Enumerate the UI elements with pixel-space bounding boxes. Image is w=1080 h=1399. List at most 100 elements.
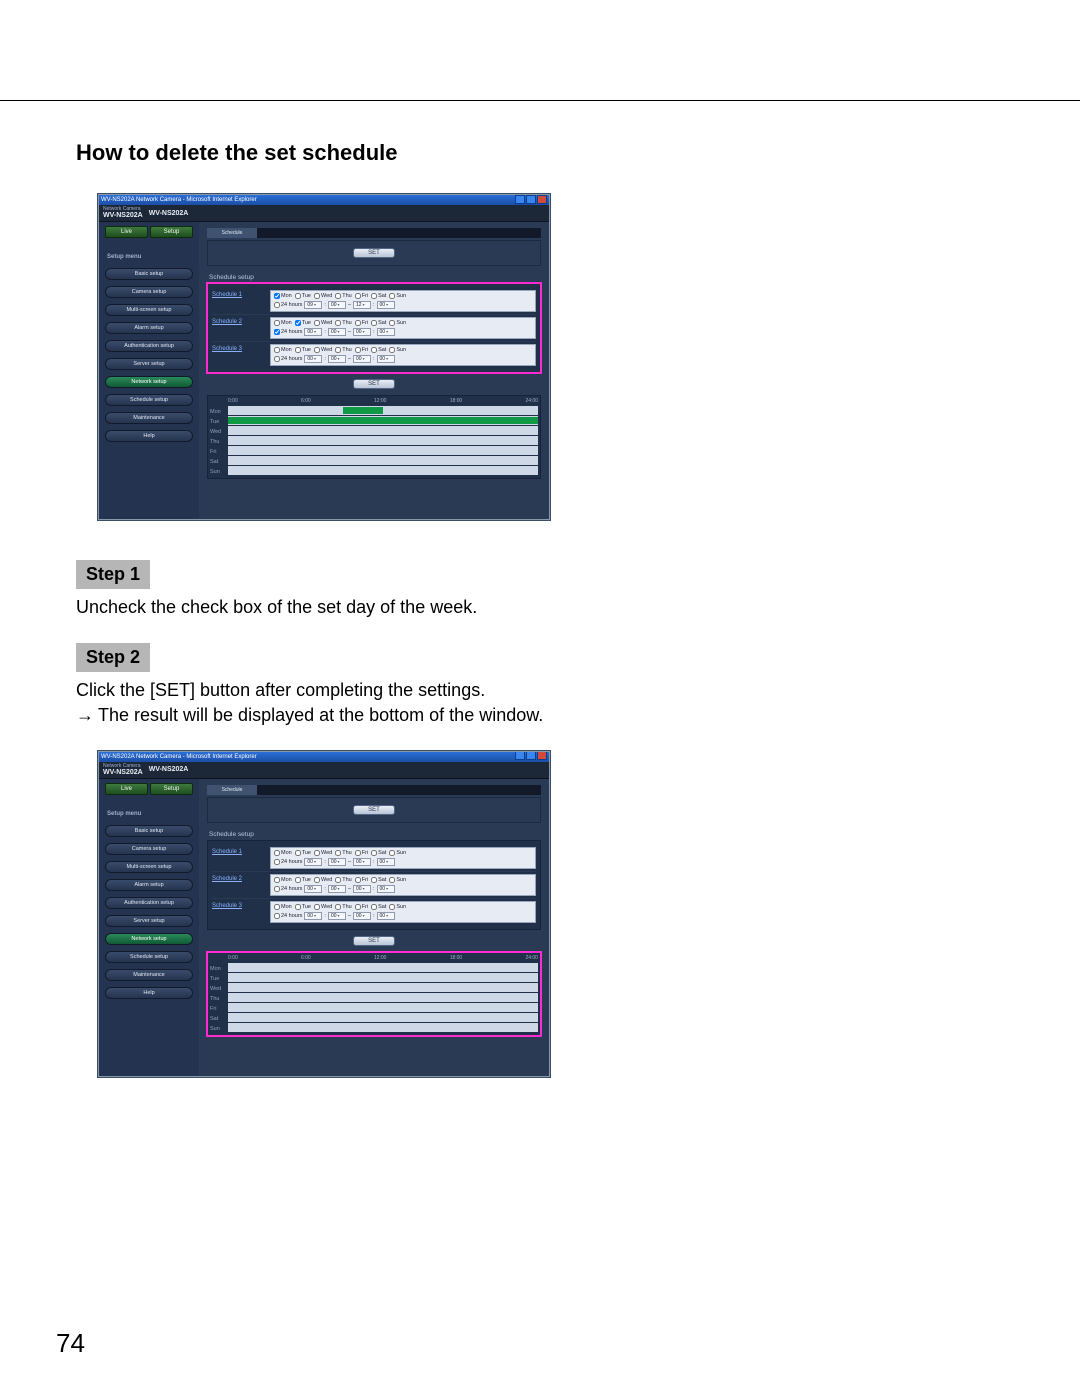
checkbox-input[interactable] bbox=[389, 877, 395, 883]
checkbox-input[interactable] bbox=[274, 877, 280, 883]
time-select[interactable]: 00 bbox=[304, 328, 322, 336]
checkbox-input[interactable] bbox=[355, 320, 361, 326]
day-checkbox-thu[interactable]: Thu bbox=[335, 293, 351, 299]
sidebar-item-auth[interactable]: Authentication setup bbox=[105, 340, 193, 352]
day-checkbox-sun[interactable]: Sun bbox=[389, 850, 406, 856]
day-checkbox-mon[interactable]: Mon bbox=[274, 877, 292, 883]
24h-checkbox[interactable]: 24 hours bbox=[274, 356, 302, 362]
24h-checkbox[interactable]: 24 hours bbox=[274, 302, 302, 308]
day-checkbox-wed[interactable]: Wed bbox=[314, 904, 332, 910]
checkbox-input[interactable] bbox=[314, 877, 320, 883]
live-button[interactable]: Live bbox=[105, 226, 148, 238]
day-checkbox-tue[interactable]: Tue bbox=[295, 293, 311, 299]
checkbox-input[interactable] bbox=[371, 877, 377, 883]
24h-checkbox[interactable]: 24 hours bbox=[274, 886, 302, 892]
minimize-icon[interactable] bbox=[515, 195, 525, 204]
sidebar-item-help[interactable]: Help bbox=[105, 987, 193, 999]
time-select[interactable]: 09 bbox=[304, 301, 322, 309]
checkbox-input[interactable] bbox=[355, 850, 361, 856]
day-checkbox-sun[interactable]: Sun bbox=[389, 347, 406, 353]
checkbox-input[interactable] bbox=[314, 347, 320, 353]
checkbox-input[interactable] bbox=[274, 850, 280, 856]
set-button[interactable]: SET bbox=[353, 379, 395, 389]
sidebar-item-camera[interactable]: Camera setup bbox=[105, 286, 193, 298]
checkbox-input[interactable] bbox=[389, 293, 395, 299]
checkbox-input[interactable] bbox=[389, 320, 395, 326]
checkbox-input[interactable] bbox=[389, 850, 395, 856]
checkbox-input[interactable] bbox=[274, 356, 280, 362]
day-checkbox-tue[interactable]: Tue bbox=[295, 320, 311, 326]
day-checkbox-mon[interactable]: Mon bbox=[274, 850, 292, 856]
time-select[interactable]: 12 bbox=[353, 301, 371, 309]
time-select[interactable]: 00 bbox=[304, 858, 322, 866]
day-checkbox-sat[interactable]: Sat bbox=[371, 320, 386, 326]
checkbox-input[interactable] bbox=[295, 347, 301, 353]
checkbox-input[interactable] bbox=[295, 904, 301, 910]
sidebar-item-multiscreen[interactable]: Multi-screen setup bbox=[105, 861, 193, 873]
checkbox-input[interactable] bbox=[314, 904, 320, 910]
sidebar-item-alarm[interactable]: Alarm setup bbox=[105, 879, 193, 891]
day-checkbox-fri[interactable]: Fri bbox=[355, 320, 368, 326]
checkbox-input[interactable] bbox=[371, 850, 377, 856]
day-checkbox-mon[interactable]: Mon bbox=[274, 904, 292, 910]
day-checkbox-thu[interactable]: Thu bbox=[335, 320, 351, 326]
time-select[interactable]: 00 bbox=[353, 328, 371, 336]
day-checkbox-thu[interactable]: Thu bbox=[335, 877, 351, 883]
maximize-icon[interactable] bbox=[526, 751, 536, 760]
day-checkbox-sat[interactable]: Sat bbox=[371, 293, 386, 299]
24h-checkbox[interactable]: 24 hours bbox=[274, 329, 302, 335]
checkbox-input[interactable] bbox=[371, 320, 377, 326]
sidebar-item-basic[interactable]: Basic setup bbox=[105, 825, 193, 837]
checkbox-input[interactable] bbox=[314, 850, 320, 856]
24h-checkbox[interactable]: 24 hours bbox=[274, 859, 302, 865]
setup-button[interactable]: Setup bbox=[150, 783, 193, 795]
day-checkbox-wed[interactable]: Wed bbox=[314, 877, 332, 883]
time-select[interactable]: 00 bbox=[377, 355, 395, 363]
checkbox-input[interactable] bbox=[274, 302, 280, 308]
checkbox-input[interactable] bbox=[274, 347, 280, 353]
day-checkbox-sat[interactable]: Sat bbox=[371, 850, 386, 856]
day-checkbox-fri[interactable]: Fri bbox=[355, 877, 368, 883]
day-checkbox-mon[interactable]: Mon bbox=[274, 347, 292, 353]
time-select[interactable]: 00 bbox=[328, 301, 346, 309]
live-button[interactable]: Live bbox=[105, 783, 148, 795]
day-checkbox-thu[interactable]: Thu bbox=[335, 347, 351, 353]
schedule-link[interactable]: Schedule 1 bbox=[212, 290, 264, 298]
checkbox-input[interactable] bbox=[355, 347, 361, 353]
day-checkbox-wed[interactable]: Wed bbox=[314, 850, 332, 856]
checkbox-input[interactable] bbox=[335, 850, 341, 856]
time-select[interactable]: 00 bbox=[328, 885, 346, 893]
checkbox-input[interactable] bbox=[295, 877, 301, 883]
checkbox-input[interactable] bbox=[295, 320, 301, 326]
close-icon[interactable] bbox=[537, 195, 547, 204]
checkbox-input[interactable] bbox=[274, 320, 280, 326]
window-controls[interactable] bbox=[514, 195, 547, 206]
minimize-icon[interactable] bbox=[515, 751, 525, 760]
schedule-link[interactable]: Schedule 1 bbox=[212, 847, 264, 855]
tab-schedule[interactable]: Schedule bbox=[207, 785, 257, 795]
time-select[interactable]: 00 bbox=[353, 885, 371, 893]
day-checkbox-sun[interactable]: Sun bbox=[389, 320, 406, 326]
sidebar-item-multiscreen[interactable]: Multi-screen setup bbox=[105, 304, 193, 316]
day-checkbox-sun[interactable]: Sun bbox=[389, 877, 406, 883]
sidebar-item-network[interactable]: Network setup bbox=[105, 376, 193, 388]
day-checkbox-sat[interactable]: Sat bbox=[371, 904, 386, 910]
day-checkbox-wed[interactable]: Wed bbox=[314, 347, 332, 353]
sidebar-item-maintenance[interactable]: Maintenance bbox=[105, 412, 193, 424]
checkbox-input[interactable] bbox=[274, 859, 280, 865]
day-checkbox-sat[interactable]: Sat bbox=[371, 347, 386, 353]
time-select[interactable]: 00 bbox=[353, 912, 371, 920]
checkbox-input[interactable] bbox=[274, 329, 280, 335]
checkbox-input[interactable] bbox=[274, 293, 280, 299]
set-button-top[interactable]: SET bbox=[353, 248, 395, 258]
sidebar-item-help[interactable]: Help bbox=[105, 430, 193, 442]
day-checkbox-sun[interactable]: Sun bbox=[389, 293, 406, 299]
checkbox-input[interactable] bbox=[335, 347, 341, 353]
time-select[interactable]: 00 bbox=[353, 355, 371, 363]
day-checkbox-tue[interactable]: Tue bbox=[295, 904, 311, 910]
schedule-link[interactable]: Schedule 3 bbox=[212, 344, 264, 352]
sidebar-item-schedule[interactable]: Schedule setup bbox=[105, 394, 193, 406]
checkbox-input[interactable] bbox=[274, 913, 280, 919]
day-checkbox-sun[interactable]: Sun bbox=[389, 904, 406, 910]
set-button-top[interactable]: SET bbox=[353, 805, 395, 815]
